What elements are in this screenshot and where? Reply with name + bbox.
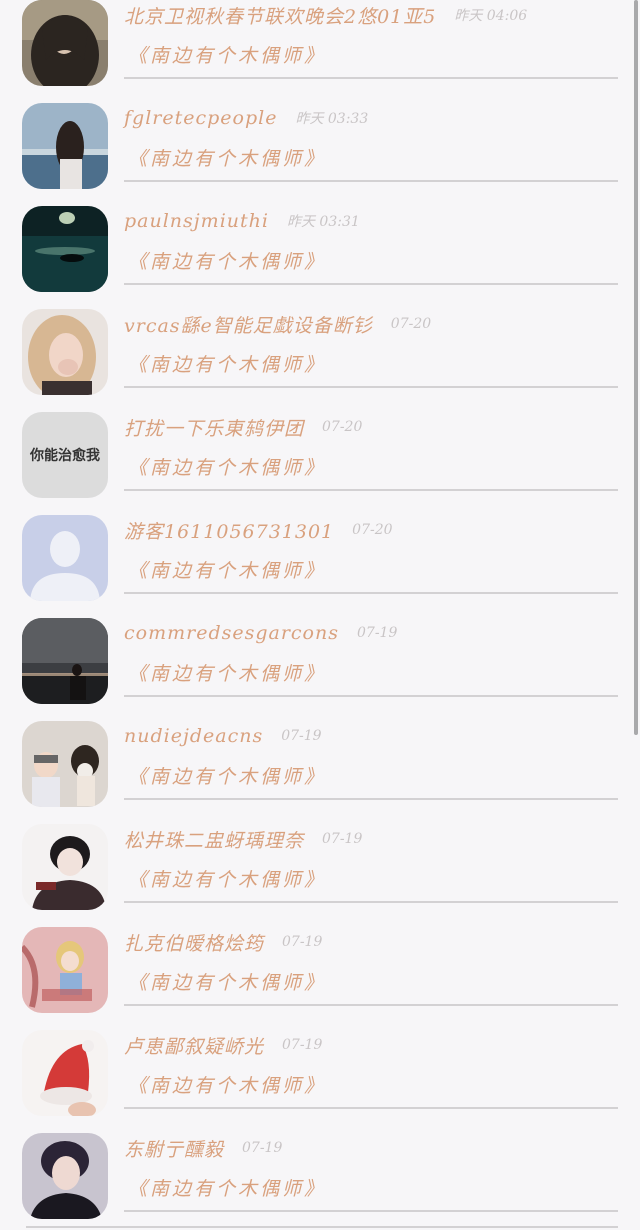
blonde-girl-avatar[interactable] <box>22 309 108 395</box>
message-preview: 《南边有个木偶师》 <box>128 663 327 685</box>
boy-portrait-avatar[interactable] <box>22 1133 108 1219</box>
message-time: 昨天 03:33 <box>295 111 369 127</box>
avatar-text: 你能治愈我 <box>30 448 100 464</box>
girl-sea-avatar[interactable] <box>22 103 108 189</box>
chat-list-item[interactable]: 扎克伯暧格烩筠 07-19 《南边有个木偶师》 <box>0 916 640 1019</box>
message-preview: 《南边有个木偶师》 <box>128 1178 327 1200</box>
message-time: 昨天 04:06 <box>454 8 528 24</box>
night-sea-avatar[interactable] <box>22 206 108 292</box>
row-divider <box>124 386 618 388</box>
message-preview: 《南边有个木偶师》 <box>128 560 327 582</box>
message-time: 07-19 <box>282 934 323 950</box>
row-divider <box>124 592 618 594</box>
row-divider <box>124 489 618 491</box>
chat-list-item[interactable]: 你能治愈我 打扰一下乐東鸫伊团 07-20 《南边有个木偶师》 <box>0 401 640 504</box>
message-time: 07-20 <box>352 522 393 538</box>
row-divider <box>124 798 618 800</box>
name-line: commredsesgarcons 07-19 <box>124 618 397 648</box>
message-time: 07-19 <box>282 1037 323 1053</box>
name-line: fglretecpeople 昨天 03:33 <box>124 103 368 133</box>
message-preview: 《南边有个木偶师》 <box>128 972 327 994</box>
message-preview: 《南边有个木偶师》 <box>128 148 327 170</box>
girl-dark-hair-avatar[interactable] <box>22 0 108 86</box>
default-person-avatar[interactable] <box>22 515 108 601</box>
illustration-girl-avatar[interactable] <box>22 927 108 1013</box>
name-line: 北京卫视秋春节联欢晚会2悠01亚5 昨天 04:06 <box>124 0 527 30</box>
name-line: 松井珠二盅蚜瑀理奈 07-19 <box>124 824 362 854</box>
chat-list-item[interactable]: 东駙亍醺毅 07-19 《南边有个木偶师》 <box>0 1122 640 1225</box>
contact-name: commredsesgarcons <box>124 622 339 644</box>
chat-list-item[interactable]: paulnsjmiuthi 昨天 03:31 《南边有个木偶师》 <box>0 195 640 298</box>
name-line: nudiejdeacns 07-19 <box>124 721 322 751</box>
row-divider <box>124 77 618 79</box>
message-time: 07-20 <box>390 316 432 332</box>
contact-name: paulnsjmiuthi <box>124 210 269 232</box>
message-time: 07-20 <box>322 419 363 435</box>
message-time: 07-19 <box>357 625 398 641</box>
name-line: paulnsjmiuthi 昨天 03:31 <box>124 206 360 236</box>
message-preview: 《南边有个木偶师》 <box>128 45 327 67</box>
message-preview: 《南边有个木偶师》 <box>128 1075 327 1097</box>
contact-name: 游客1611056731301 <box>124 520 335 543</box>
row-divider <box>124 180 618 182</box>
contact-name: fglretecpeople <box>124 107 278 129</box>
chat-list-item[interactable]: commredsesgarcons 07-19 《南边有个木偶师》 <box>0 607 640 710</box>
city-night-avatar[interactable] <box>22 618 108 704</box>
chat-list-item[interactable]: 卢恵鄙叙疑峤光 07-19 《南边有个木偶师》 <box>0 1019 640 1122</box>
name-line: 游客1611056731301 07-20 <box>124 515 393 545</box>
contact-name: 扎克伯暧格烩筠 <box>124 932 265 955</box>
row-divider <box>124 1107 618 1109</box>
scrollbar[interactable] <box>634 0 638 735</box>
message-time: 07-19 <box>322 831 363 847</box>
row-divider <box>124 1210 618 1212</box>
name-line: 卢恵鄙叙疑峤光 07-19 <box>124 1030 322 1060</box>
contact-name: 松井珠二盅蚜瑀理奈 <box>124 829 305 852</box>
message-time: 07-19 <box>242 1140 283 1156</box>
chat-list: 北京卫视秋春节联欢晚会2悠01亚5 昨天 04:06 《南边有个木偶师》 fglret… <box>0 0 640 1225</box>
child-dog-avatar[interactable] <box>22 721 108 807</box>
contact-name: 东駙亍醺毅 <box>124 1138 225 1161</box>
chat-list-item[interactable]: 松井珠二盅蚜瑀理奈 07-19 《南边有个木偶师》 <box>0 813 640 916</box>
name-line: 打扰一下乐東鸫伊团 07-20 <box>124 412 362 442</box>
message-preview: 《南边有个木偶师》 <box>128 869 327 891</box>
contact-name: 北京卫视秋春节联欢晚会2悠01亚5 <box>124 5 437 28</box>
message-time: 昨天 03:31 <box>286 214 360 230</box>
contact-name: 打扰一下乐東鸫伊团 <box>124 417 305 440</box>
chat-list-item[interactable]: nudiejdeacns 07-19 《南边有个木偶师》 <box>0 710 640 813</box>
contact-name: vrcas繇e智能足戱设备断钐 <box>124 314 373 337</box>
bottom-divider <box>26 1226 618 1228</box>
chat-list-item[interactable]: 北京卫视秋春节联欢晚会2悠01亚5 昨天 04:06 《南边有个木偶师》 <box>0 0 640 92</box>
text-avatar[interactable]: 你能治愈我 <box>22 412 108 498</box>
santa-hat-avatar[interactable] <box>22 1030 108 1116</box>
anime-boy-avatar[interactable] <box>22 824 108 910</box>
chat-list-item[interactable]: vrcas繇e智能足戱设备断钐 07-20 《南边有个木偶师》 <box>0 298 640 401</box>
message-preview: 《南边有个木偶师》 <box>128 457 327 479</box>
row-divider <box>124 1004 618 1006</box>
contact-name: nudiejdeacns <box>124 725 264 747</box>
name-line: 扎克伯暧格烩筠 07-19 <box>124 927 322 957</box>
message-preview: 《南边有个木偶师》 <box>128 354 327 376</box>
row-divider <box>124 901 618 903</box>
chat-list-item[interactable]: fglretecpeople 昨天 03:33 《南边有个木偶师》 <box>0 92 640 195</box>
chat-list-item[interactable]: 游客1611056731301 07-20 《南边有个木偶师》 <box>0 504 640 607</box>
message-time: 07-19 <box>281 728 322 744</box>
name-line: 东駙亍醺毅 07-19 <box>124 1133 282 1163</box>
chat-list-page: 北京卫视秋春节联欢晚会2悠01亚5 昨天 04:06 《南边有个木偶师》 fglret… <box>0 0 640 1230</box>
name-line: vrcas繇e智能足戱设备断钐 07-20 <box>124 309 431 339</box>
row-divider <box>124 695 618 697</box>
row-divider <box>124 283 618 285</box>
message-preview: 《南边有个木偶师》 <box>128 251 327 273</box>
contact-name: 卢恵鄙叙疑峤光 <box>124 1035 265 1058</box>
message-preview: 《南边有个木偶师》 <box>128 766 327 788</box>
